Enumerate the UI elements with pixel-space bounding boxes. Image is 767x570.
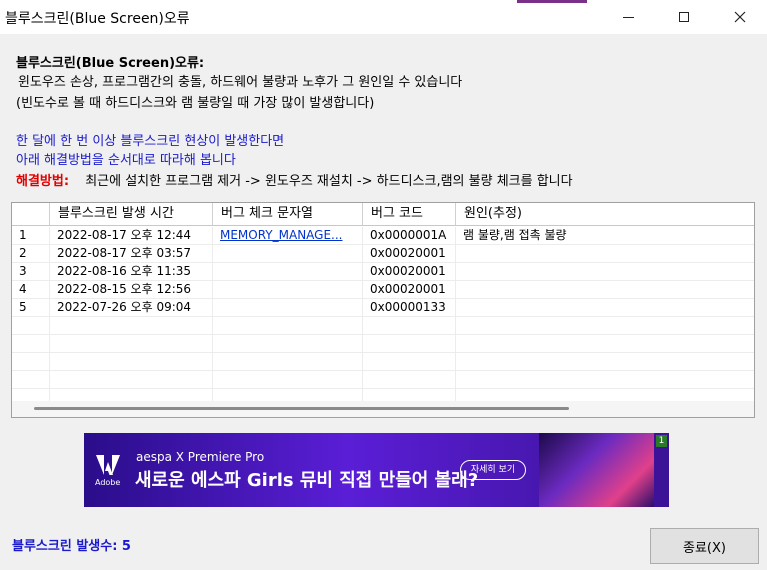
column-header-index[interactable]	[12, 203, 50, 225]
cell-code	[363, 317, 456, 334]
horizontal-scrollbar[interactable]	[12, 401, 754, 417]
solution-line: 해결방법: 최근에 설치한 프로그램 제거 -> 윈도우즈 재설치 -> 하드디…	[16, 170, 573, 189]
cell-bugcheck	[213, 263, 363, 280]
cell-cause	[456, 371, 754, 388]
maximize-icon	[679, 12, 689, 22]
exit-button[interactable]: 종료(X)	[650, 528, 759, 564]
adobe-logo-icon	[96, 455, 120, 475]
cell-index	[12, 371, 50, 388]
cell-index: 1	[12, 227, 50, 244]
cell-bugcheck	[213, 281, 363, 298]
table-body: 1 2022-08-17 오후 12:44 MEMORY_MANAGE... 0…	[12, 227, 754, 407]
cell-index	[12, 317, 50, 334]
cell-cause	[456, 263, 754, 280]
column-header-cause[interactable]: 원인(추정)	[456, 203, 754, 225]
cell-bugcheck	[213, 353, 363, 370]
cell-code: 0x00020001	[363, 245, 456, 262]
column-header-bugcheck[interactable]: 버그 체크 문자열	[213, 203, 363, 225]
advertisement-banner[interactable]: Adobe aespa X Premiere Pro 새로운 에스파 Girls…	[84, 433, 669, 507]
info-frequency: (빈도수로 볼 때 하드디스크와 램 불량일 때 가장 많이 발생합니다)	[16, 96, 375, 111]
cell-index: 2	[12, 245, 50, 262]
cell-bugcheck	[213, 335, 363, 352]
cell-time: 2022-08-15 오후 12:56	[50, 281, 213, 298]
cell-index	[12, 353, 50, 370]
cell-code: 0x00020001	[363, 263, 456, 280]
title-decoration	[517, 0, 587, 3]
cell-time	[50, 371, 213, 388]
scrollbar-thumb[interactable]	[34, 407, 569, 410]
close-icon	[734, 11, 746, 23]
cell-bugcheck	[213, 299, 363, 316]
info-advice-2: 아래 해결방법을 순서대로 따라해 봅니다	[16, 153, 236, 168]
cell-time: 2022-08-16 오후 11:35	[50, 263, 213, 280]
cell-time: 2022-08-17 오후 12:44	[50, 227, 213, 244]
window-title: 블루스크린(Blue Screen)오류	[5, 11, 190, 27]
info-heading: 블루스크린(Blue Screen)오류:	[16, 56, 205, 71]
cell-bugcheck-link[interactable]: MEMORY_MANAGE...	[213, 227, 363, 244]
minimize-button[interactable]	[605, 0, 651, 34]
cell-index: 3	[12, 263, 50, 280]
cell-bugcheck	[213, 371, 363, 388]
bluescreen-window: 블루스크린(Blue Screen)오류 블루스크린(Blue Screen)오…	[0, 0, 767, 570]
table-row-empty	[12, 335, 754, 353]
cell-code: 0x00020001	[363, 281, 456, 298]
column-header-time[interactable]: 블루스크린 발생 시간	[50, 203, 213, 225]
table-row-empty	[12, 371, 754, 389]
cell-code: 0x0000001A	[363, 227, 456, 244]
cell-index: 4	[12, 281, 50, 298]
ad-cta-button[interactable]: 자세히 보기	[460, 460, 526, 480]
ad-brand: Adobe	[95, 478, 121, 487]
solution-label: 해결방법:	[16, 174, 70, 189]
cell-cause	[456, 335, 754, 352]
cell-code: 0x00000133	[363, 299, 456, 316]
cell-time: 2022-08-17 오후 03:57	[50, 245, 213, 262]
cell-cause	[456, 299, 754, 316]
bluescreen-table[interactable]: 블루스크린 발생 시간 버그 체크 문자열 버그 코드 원인(추정) 1 202…	[11, 202, 755, 418]
cell-time	[50, 335, 213, 352]
cell-cause	[456, 245, 754, 262]
table-row-empty	[12, 353, 754, 371]
minimize-icon	[622, 16, 634, 18]
cell-code	[363, 353, 456, 370]
info-advice-1: 한 달에 한 번 이상 블루스크린 현상이 발생한다면	[16, 134, 285, 149]
table-row[interactable]: 2 2022-08-17 오후 03:57 0x00020001	[12, 245, 754, 263]
table-row[interactable]: 4 2022-08-15 오후 12:56 0x00020001	[12, 281, 754, 299]
title-bar: 블루스크린(Blue Screen)오류	[0, 0, 767, 34]
info-cause: 윈도우즈 손상, 프로그램간의 충돌, 하드웨어 불량과 노후가 그 원인일 수…	[18, 75, 463, 90]
close-window-button[interactable]	[717, 0, 763, 34]
table-row-empty	[12, 317, 754, 335]
cell-cause: 램 불량,램 접촉 불량	[463, 228, 567, 242]
ad-badge: 1	[656, 435, 667, 447]
cell-index	[12, 335, 50, 352]
cell-code	[363, 335, 456, 352]
maximize-button[interactable]	[661, 0, 707, 34]
cell-index: 5	[12, 299, 50, 316]
table-row[interactable]: 3 2022-08-16 오후 11:35 0x00020001	[12, 263, 754, 281]
cell-cause	[456, 353, 754, 370]
bluescreen-count: 블루스크린 발생수: 5	[12, 539, 131, 554]
table-row[interactable]: 1 2022-08-17 오후 12:44 MEMORY_MANAGE... 0…	[12, 227, 754, 245]
table-row[interactable]: 5 2022-07-26 오후 09:04 0x00000133	[12, 299, 754, 317]
ad-image	[539, 433, 654, 507]
cell-time: 2022-07-26 오후 09:04	[50, 299, 213, 316]
solution-text: 최근에 설치한 프로그램 제거 -> 윈도우즈 재설치 -> 하드디스크,램의 …	[85, 174, 573, 189]
cell-cause	[456, 281, 754, 298]
cell-time	[50, 353, 213, 370]
cell-cause	[456, 317, 754, 334]
ad-headline: 새로운 에스파 Girls 뮤비 직접 만들어 볼래?	[135, 470, 479, 491]
ad-subtitle: aespa X Premiere Pro	[136, 450, 265, 464]
table-header: 블루스크린 발생 시간 버그 체크 문자열 버그 코드 원인(추정)	[12, 203, 754, 226]
cell-code	[363, 371, 456, 388]
column-header-code[interactable]: 버그 코드	[363, 203, 456, 225]
cell-time	[50, 317, 213, 334]
cell-bugcheck	[213, 317, 363, 334]
cell-bugcheck	[213, 245, 363, 262]
